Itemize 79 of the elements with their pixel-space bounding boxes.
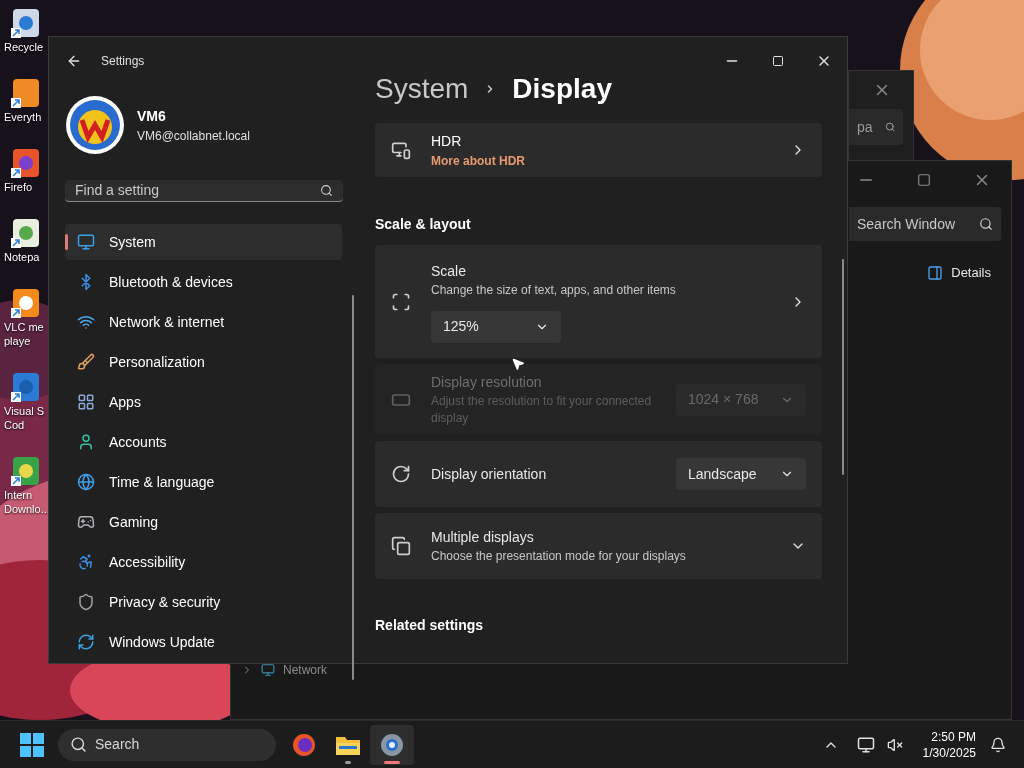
selection-indicator	[65, 234, 68, 250]
monitor-icon	[261, 663, 275, 677]
network-icon[interactable]	[856, 735, 875, 754]
panel-icon	[927, 264, 944, 281]
monitor-icon	[77, 233, 95, 251]
desktop-icon-label[interactable]: Recycle	[4, 40, 44, 54]
running-indicator	[345, 760, 351, 764]
nav-item[interactable]: Network & internet	[65, 304, 342, 340]
hdr-link[interactable]: More about HDR	[431, 151, 790, 170]
dropdown[interactable]: 125%	[431, 310, 561, 343]
taskbar-search[interactable]: Search	[58, 728, 276, 761]
nav-item[interactable]: Windows Update	[65, 624, 342, 660]
start-icon[interactable]	[20, 732, 44, 757]
scale-icon	[391, 291, 411, 312]
back-icon[interactable]	[66, 53, 82, 69]
setting-title: Display orientation	[431, 464, 547, 484]
running-indicator	[384, 760, 400, 764]
brush-icon	[77, 353, 95, 371]
setting-title: Display resolution	[431, 373, 542, 392]
nav-item[interactable]: Network	[241, 661, 327, 679]
setting-title: Multiple displays	[431, 528, 534, 547]
taskbar-app[interactable]	[370, 724, 414, 765]
person-icon	[77, 433, 95, 451]
setting-card[interactable]: Multiple displays Choose the presentation mode for your displays	[375, 513, 822, 579]
nav-item[interactable]: Gaming	[65, 504, 342, 540]
wifi-icon	[77, 313, 95, 331]
search-field[interactable]: pa	[849, 109, 903, 145]
search-icon	[70, 736, 87, 753]
nav-item[interactable]: Time & language	[65, 464, 342, 500]
desktop-icon-label[interactable]: playe	[4, 334, 31, 348]
nav-item[interactable]: System	[65, 224, 342, 260]
rotate-icon	[391, 464, 411, 484]
search-icon	[979, 217, 993, 231]
dropdown[interactable]: Landscape	[676, 458, 806, 490]
details-button[interactable]: Details	[927, 263, 991, 283]
desktop-icon-label[interactable]: Cod	[4, 418, 25, 432]
desktop-icon-label[interactable]: Notepa	[4, 250, 40, 264]
nav-item[interactable]: Accounts	[65, 424, 342, 460]
user-name: VM6	[137, 106, 167, 126]
nav-item[interactable]: Bluetooth & devices	[65, 264, 342, 300]
gamepad-icon	[77, 513, 95, 531]
window-title: Settings	[101, 53, 145, 70]
setting-description: Change the size of text, apps, and other items	[431, 281, 677, 299]
shield-icon	[77, 593, 95, 611]
nav-item[interactable]: Apps	[65, 384, 342, 420]
bell-icon[interactable]	[990, 736, 1006, 753]
section-heading: Related settings	[375, 616, 485, 635]
desktop-icon-label[interactable]: Firefo	[4, 180, 33, 194]
update-icon	[77, 633, 95, 651]
setting-title: HDR	[431, 131, 463, 151]
nav-item[interactable]: Accessibility	[65, 544, 342, 580]
user-email: VM6@collabnet.local	[137, 127, 250, 145]
desktop-icon-label[interactable]: Visual S	[4, 404, 45, 418]
nav-item[interactable]: Privacy & security	[65, 584, 342, 620]
desktop-icon-label[interactable]: Downlo...	[4, 502, 50, 516]
setting-card[interactable]: Display orientation Landscape	[375, 441, 822, 507]
desktop-icon-label[interactable]: Everyth	[4, 110, 42, 124]
breadcrumb-parent[interactable]: System	[375, 68, 469, 110]
hdr-icon	[391, 140, 411, 160]
desktop-icon-label[interactable]: VLC me	[4, 320, 44, 334]
setting-card[interactable]: Scale Change the size of text, apps, and other items 125%	[375, 245, 822, 358]
avatar-drawing	[65, 95, 125, 155]
search-field[interactable]: Search Window	[849, 207, 1001, 241]
section-heading: Scale & layout	[375, 215, 472, 234]
setting-description: Choose the presentation mode for your displays	[431, 548, 687, 565]
setting-title: Scale	[431, 261, 467, 281]
search-icon	[320, 184, 333, 197]
setting-card[interactable]: HDR More about HDR	[375, 123, 822, 177]
search-field[interactable]: Find a setting	[65, 180, 343, 202]
accessibility-icon	[77, 553, 95, 571]
grid-icon	[77, 393, 95, 411]
desktop-icon-label[interactable]: Intern	[4, 488, 33, 502]
search-icon	[884, 120, 895, 134]
nav-item[interactable]: Personalization	[65, 344, 342, 380]
multiple-displays-icon	[391, 536, 411, 556]
muted-speaker-icon[interactable]	[886, 736, 903, 753]
mouse-cursor-icon	[511, 357, 525, 371]
clock[interactable]: 2:50 PM 1/30/2025	[922, 728, 976, 761]
page-title: Display	[512, 72, 612, 106]
